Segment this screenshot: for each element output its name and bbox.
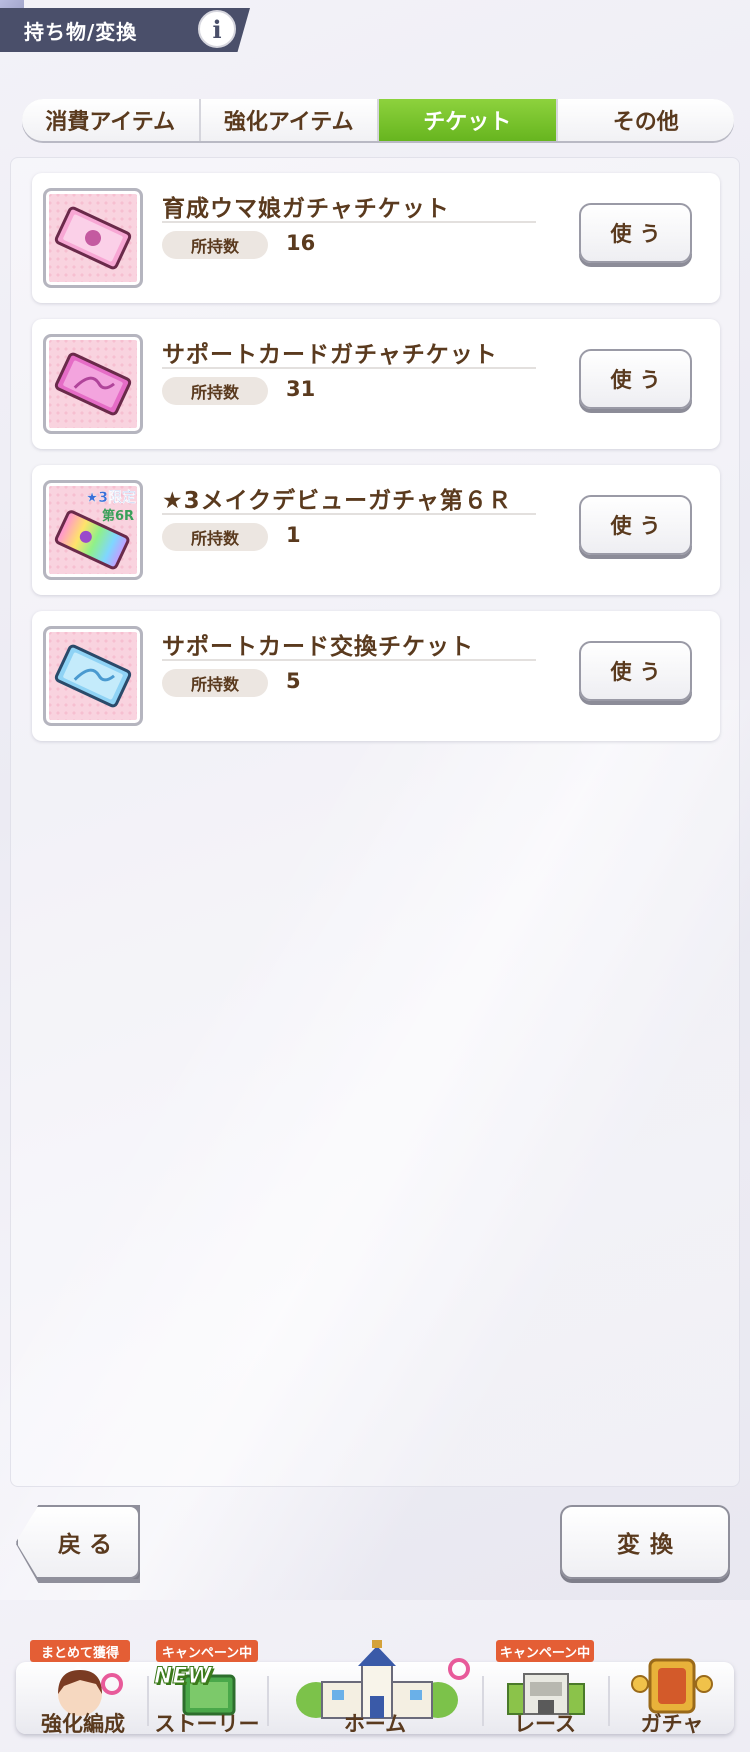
divider [267, 1676, 269, 1726]
ticket-name: サポートカードガチャチケット [162, 342, 498, 368]
notification-ring-icon [448, 1658, 470, 1680]
ticket-badge-top: ★3限定 [85, 490, 137, 506]
owned-count-label: 所持数 [162, 377, 268, 405]
bottom-navigation: まとめて獲得 強化編成 キャンペーン中 NEW ストーリー ホーム キャンペーン… [0, 1640, 750, 1752]
owned-count: 31 [286, 377, 316, 401]
use-button[interactable]: 使う [579, 641, 692, 701]
ticket-row: サポートカード交換チケット 所持数 5 使う [32, 611, 720, 741]
nav-item-enhance[interactable]: まとめて獲得 強化編成 [20, 1640, 146, 1752]
nav-label: レース [514, 1712, 576, 1736]
tab-others[interactable]: その他 [557, 99, 734, 141]
rainbow-limited-ticket-icon: ★3限定 第6R [43, 480, 143, 580]
nav-item-gacha[interactable]: ガチャ [610, 1640, 734, 1752]
ticket-name: 育成ウマ娘ガチャチケット [162, 196, 450, 222]
ticket-name: サポートカード交換チケット [162, 634, 474, 660]
exchange-button[interactable]: 変換 [560, 1505, 730, 1579]
divider [162, 367, 536, 369]
nav-label: ホーム [343, 1712, 407, 1736]
ticket-row: サポートカードガチャチケット 所持数 31 使う [32, 319, 720, 449]
screen-title: 持ち物/変換 [24, 19, 138, 44]
divider [162, 659, 536, 661]
tab-tickets[interactable]: チケット [379, 99, 558, 141]
gacha-gate-icon [631, 1658, 713, 1714]
use-button[interactable]: 使う [579, 349, 692, 409]
owned-count: 5 [286, 669, 301, 693]
nav-tag: キャンペーン中 [496, 1640, 594, 1662]
category-tabs: 消費アイテム 強化アイテム チケット その他 [22, 99, 734, 141]
use-button[interactable]: 使う [579, 495, 692, 555]
nav-label: 強化編成 [41, 1712, 125, 1736]
owned-count-label: 所持数 [162, 669, 268, 697]
pink-gacha-ticket-icon [43, 188, 143, 288]
divider [162, 513, 536, 515]
ticket-row: 育成ウマ娘ガチャチケット 所持数 16 使う [32, 173, 720, 303]
nav-tag: まとめて獲得 [30, 1640, 130, 1662]
blue-exchange-ticket-icon [43, 626, 143, 726]
back-button[interactable]: 戻る [16, 1505, 140, 1579]
divider [162, 221, 536, 223]
nav-item-home[interactable]: ホーム [270, 1640, 480, 1752]
tab-enhancement-items[interactable]: 強化アイテム [200, 99, 379, 141]
nav-item-story[interactable]: キャンペーン中 NEW ストーリー [148, 1640, 266, 1752]
new-badge: NEW [154, 1664, 213, 1690]
ticket-list: 育成ウマ娘ガチャチケット 所持数 16 使う サポートカードガチャチケット 所持… [32, 173, 720, 757]
nav-tag: キャンペーン中 [156, 1640, 258, 1662]
owned-count-label: 所持数 [162, 523, 268, 551]
owned-count: 1 [286, 523, 301, 547]
ticket-row: ★3限定 第6R ★3メイクデビューガチャ第６Ｒ 所持数 1 使う [32, 465, 720, 595]
owned-count: 16 [286, 231, 316, 255]
info-button[interactable]: i [198, 10, 236, 48]
magenta-support-ticket-icon [43, 334, 143, 434]
nav-label: ガチャ [640, 1712, 704, 1736]
use-button[interactable]: 使う [579, 203, 692, 263]
ticket-name: ★3メイクデビューガチャ第６Ｒ [162, 488, 512, 514]
owned-count-label: 所持数 [162, 231, 268, 259]
nav-label: ストーリー [154, 1712, 260, 1736]
tab-consumable-items[interactable]: 消費アイテム [22, 99, 201, 141]
ticket-badge-bottom: 第6R [101, 509, 134, 524]
nav-item-race[interactable]: キャンペーン中 レース [484, 1640, 606, 1752]
